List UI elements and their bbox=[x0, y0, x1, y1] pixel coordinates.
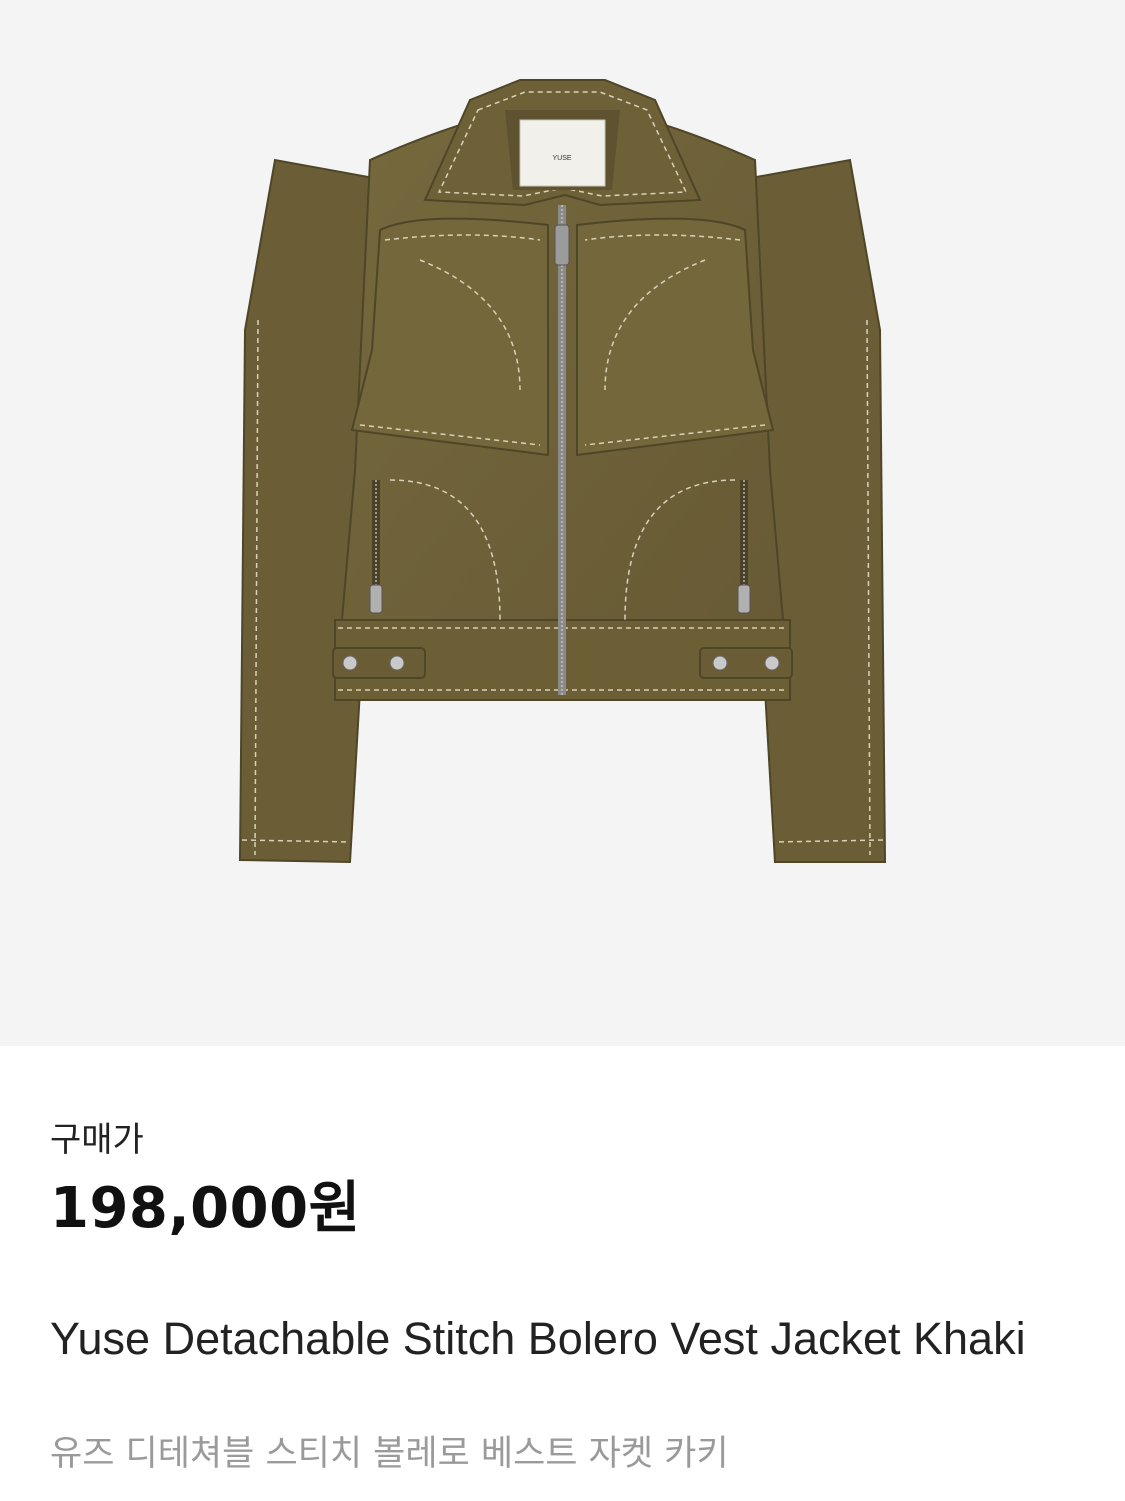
product-title-ko: 유즈 디테쳐블 스티치 볼레로 베스트 자켓 카키 bbox=[50, 1434, 729, 1474]
brand-label-text: YUSE bbox=[552, 155, 571, 162]
bolero-right-panel bbox=[576, 217, 775, 457]
jacket-illustration: YUSE bbox=[238, 79, 887, 864]
product-title-en: Yuse Detachable Stitch Bolero Vest Jacke… bbox=[50, 1313, 1026, 1364]
bolero-left-panel bbox=[350, 217, 549, 457]
product-detail-page: YUSE 구매가 198,000원 Yuse Detachable Stitch… bbox=[0, 0, 1125, 1501]
price-label: 구매가 bbox=[50, 1120, 144, 1160]
product-image[interactable]: YUSE bbox=[0, 0, 1125, 1046]
brand-label bbox=[519, 119, 606, 187]
product-price: 198,000원 bbox=[50, 1176, 361, 1241]
